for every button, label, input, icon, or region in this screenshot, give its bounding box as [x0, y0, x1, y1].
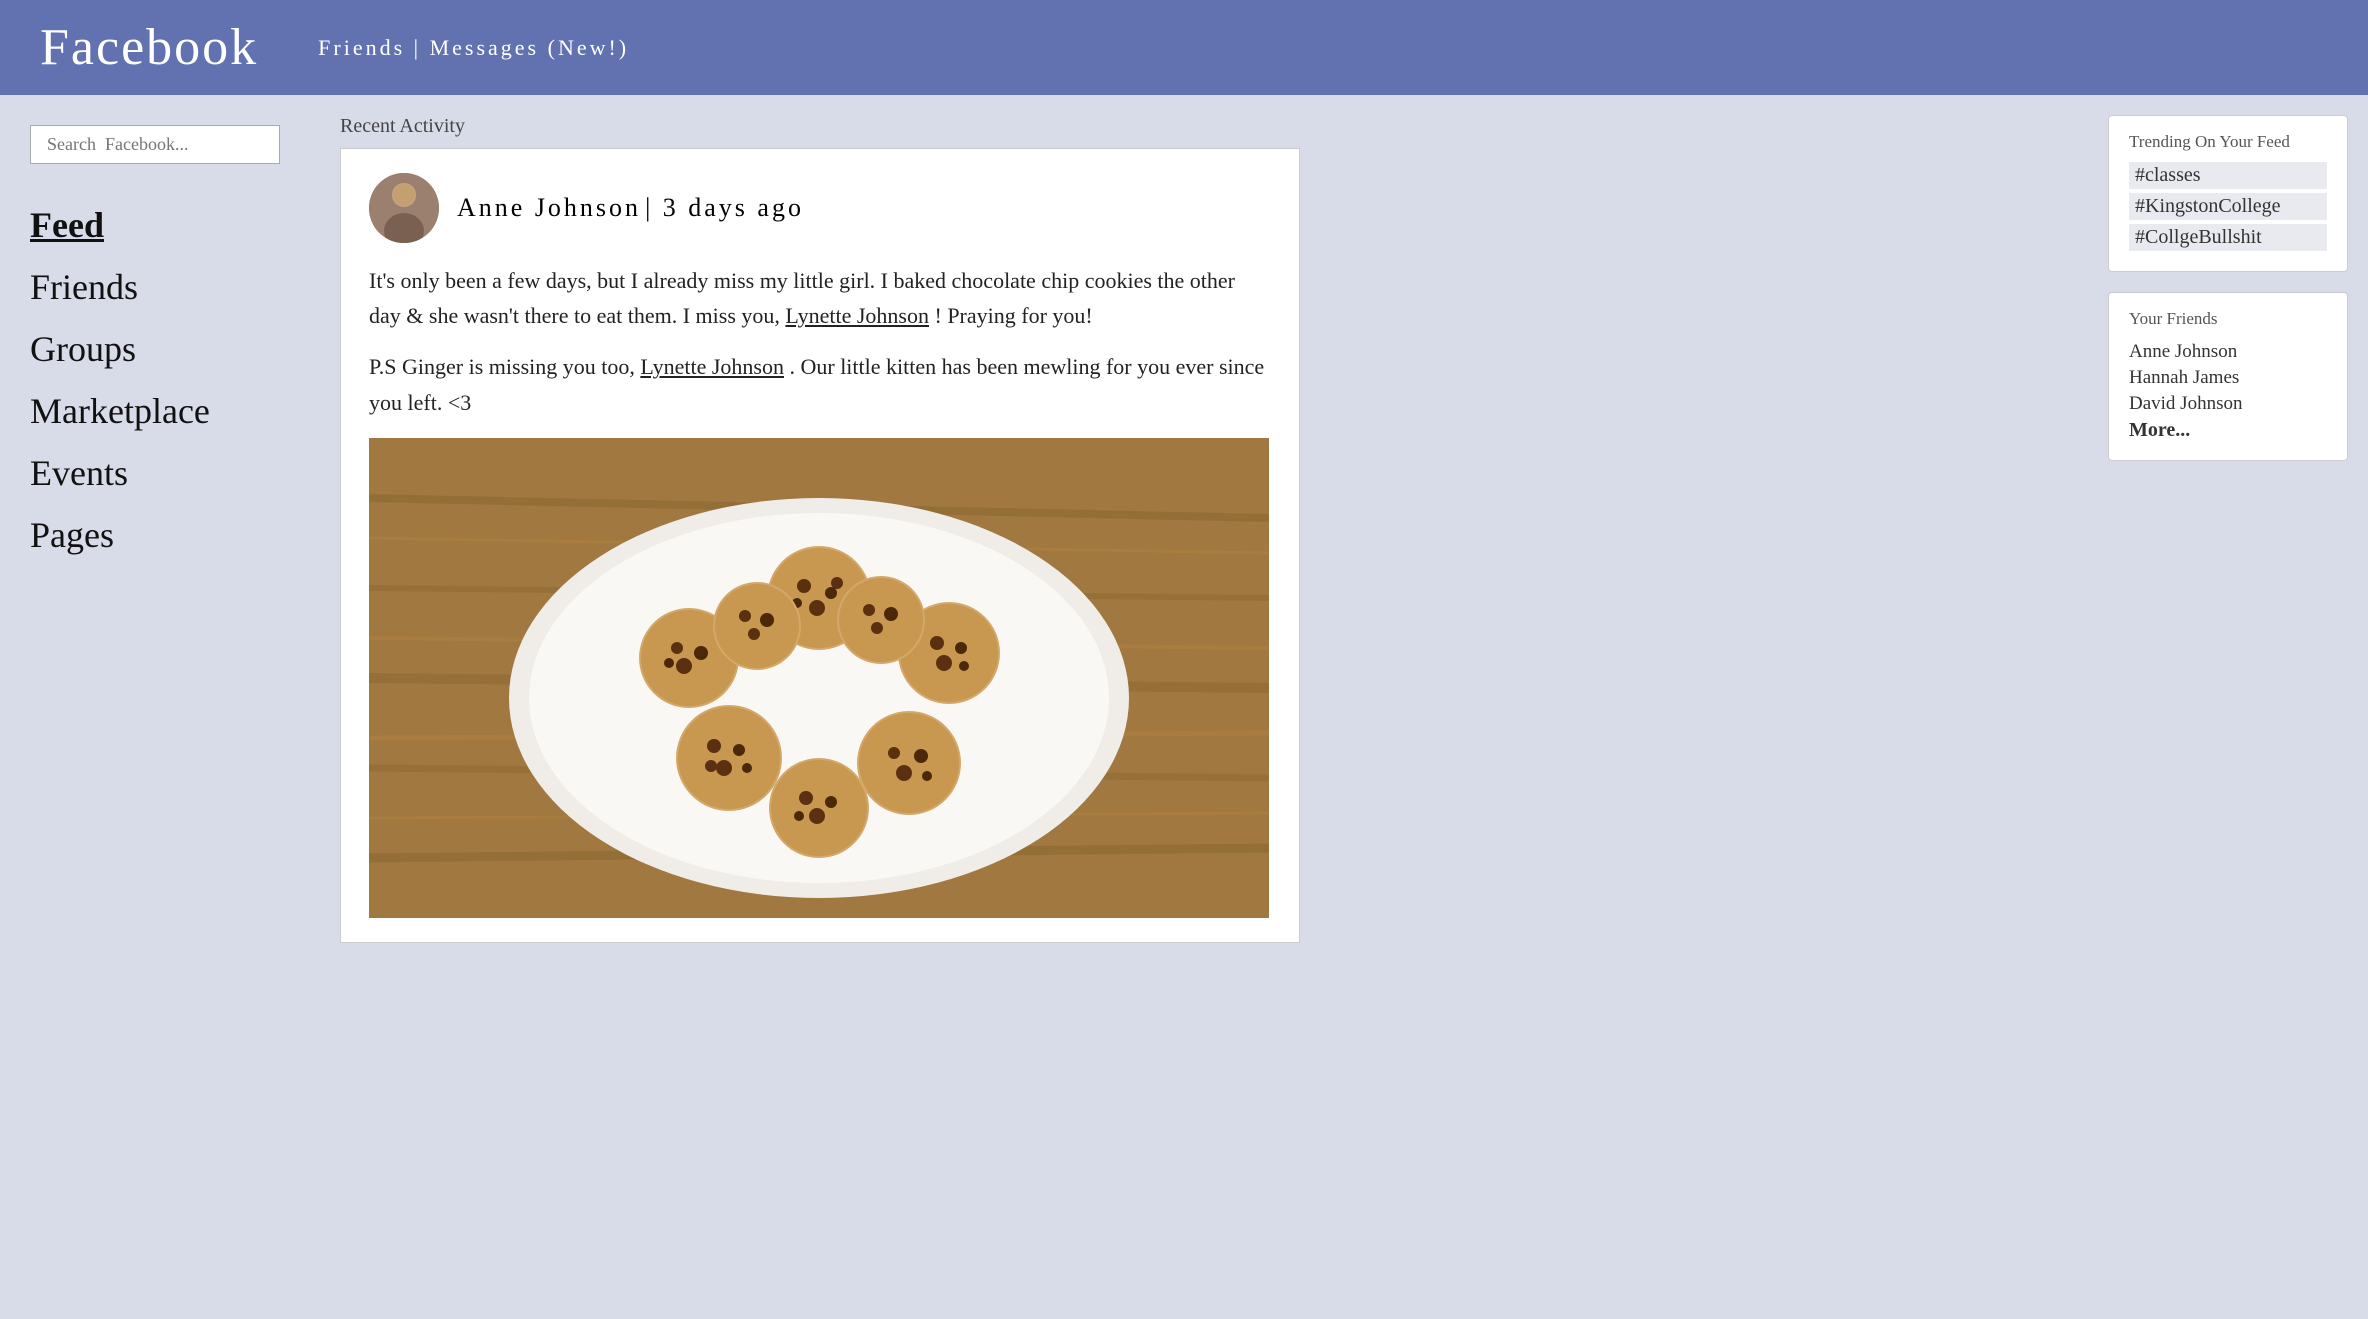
- nav-list: Feed Friends Groups Marketplace Events P…: [30, 194, 280, 566]
- sidebar: Feed Friends Groups Marketplace Events P…: [0, 95, 310, 1319]
- trending-title: Trending On Your Feed: [2129, 132, 2327, 152]
- recent-activity-label: Recent Activity: [340, 115, 2058, 138]
- header-nav[interactable]: Friends | Messages (New!): [318, 35, 629, 61]
- avatar: [369, 173, 439, 243]
- post-card: Anne Johnson | 3 days ago It's only been…: [340, 148, 1300, 943]
- sidebar-item-groups[interactable]: Groups: [30, 318, 280, 380]
- post-header: Anne Johnson | 3 days ago: [369, 173, 1271, 243]
- trending-card: Trending On Your Feed #classes #Kingston…: [2108, 115, 2348, 272]
- header: Facebook Friends | Messages (New!): [0, 0, 2368, 95]
- trending-tag-2[interactable]: #KingstonCollege: [2129, 193, 2327, 220]
- post-body: It's only been a few days, but I already…: [369, 263, 1271, 420]
- trending-tag-3[interactable]: #CollgeBullshit: [2129, 224, 2327, 251]
- post-text-2: ! Praying for you!: [935, 303, 1093, 328]
- post-image: [369, 438, 1269, 918]
- sidebar-item-feed[interactable]: Feed: [30, 194, 280, 256]
- post-text-3: P.S Ginger is missing you too,: [369, 354, 635, 379]
- post-author: Anne Johnson: [457, 193, 641, 222]
- site-title: Facebook: [40, 18, 258, 77]
- right-sidebar: Trending On Your Feed #classes #Kingston…: [2088, 95, 2368, 1319]
- friend-3[interactable]: David Johnson: [2129, 391, 2327, 417]
- lynette-link-2[interactable]: Lynette Johnson: [640, 354, 784, 379]
- friends-more-link[interactable]: More...: [2129, 417, 2327, 444]
- friends-title: Your Friends: [2129, 309, 2327, 329]
- sidebar-item-friends[interactable]: Friends: [30, 256, 280, 318]
- friends-card: Your Friends Anne Johnson Hannah James D…: [2108, 292, 2348, 461]
- sidebar-item-events[interactable]: Events: [30, 442, 280, 504]
- sidebar-item-marketplace[interactable]: Marketplace: [30, 380, 280, 442]
- trending-tag-1[interactable]: #classes: [2129, 162, 2327, 189]
- search-input[interactable]: [30, 125, 280, 164]
- lynette-link-1[interactable]: Lynette Johnson: [785, 303, 929, 328]
- friends-list: Anne Johnson Hannah James David Johnson …: [2129, 339, 2327, 444]
- post-timestamp: | 3 days ago: [645, 193, 804, 222]
- sidebar-item-pages[interactable]: Pages: [30, 504, 280, 566]
- friend-1[interactable]: Anne Johnson: [2129, 339, 2327, 365]
- friend-2[interactable]: Hannah James: [2129, 365, 2327, 391]
- main-content: Recent Activity Ann: [310, 95, 2088, 1319]
- post-meta: Anne Johnson | 3 days ago: [457, 193, 804, 223]
